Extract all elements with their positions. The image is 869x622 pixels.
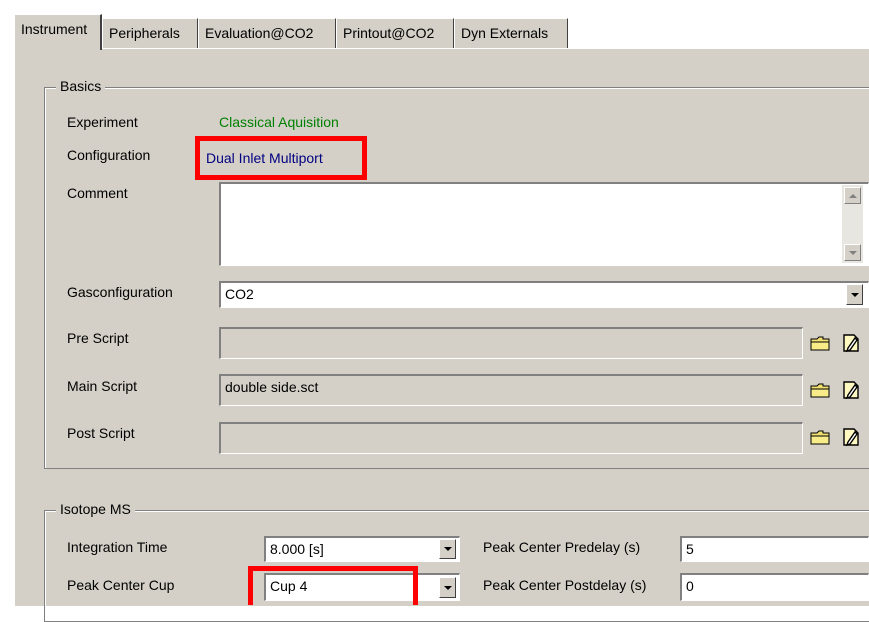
main-script-value: double side.sct bbox=[225, 379, 319, 395]
peak-center-postdelay-value: 0 bbox=[686, 578, 694, 594]
scroll-down-icon bbox=[848, 250, 857, 255]
configuration-label: Configuration bbox=[67, 147, 151, 163]
gasconfiguration-select[interactable]: CO2 bbox=[219, 281, 869, 308]
post-script-edit-icon[interactable] bbox=[842, 427, 860, 447]
scroll-up-icon bbox=[848, 193, 857, 198]
tab-peripherals[interactable]: Peripherals bbox=[102, 18, 198, 48]
isotope-ms-group bbox=[44, 510, 869, 622]
experiment-label: Experiment bbox=[67, 114, 138, 130]
integration-time-dropdown-button[interactable] bbox=[439, 539, 456, 559]
basics-group-title: Basics bbox=[56, 78, 106, 94]
peak-center-cup-dropdown-button[interactable] bbox=[439, 577, 456, 598]
gasconfiguration-label: Gasconfiguration bbox=[67, 284, 173, 300]
integration-time-label: Integration Time bbox=[67, 539, 168, 555]
basics-group bbox=[44, 87, 869, 469]
tab-printout-co2-label: Printout@CO2 bbox=[343, 25, 435, 41]
comment-scrollbar[interactable] bbox=[842, 185, 863, 263]
tab-instrument[interactable]: Instrument bbox=[14, 14, 102, 50]
peak-center-cup-label: Peak Center Cup bbox=[67, 577, 175, 593]
chevron-down-icon bbox=[850, 292, 859, 297]
main-script-label: Main Script bbox=[67, 378, 138, 394]
main-script-edit-icon[interactable] bbox=[842, 380, 860, 400]
pre-script-edit-icon[interactable] bbox=[842, 333, 860, 353]
post-script-folder-icon[interactable] bbox=[810, 430, 830, 445]
chevron-down-icon bbox=[443, 585, 452, 590]
main-script-field[interactable]: double side.sct bbox=[219, 374, 803, 406]
gasconfiguration-value: CO2 bbox=[225, 286, 254, 302]
peak-center-postdelay-label: Peak Center Postdelay (s) bbox=[483, 577, 647, 593]
tab-peripherals-label: Peripherals bbox=[109, 25, 180, 41]
experiment-value: Classical Aquisition bbox=[219, 114, 339, 130]
comment-textarea[interactable] bbox=[219, 182, 869, 266]
chevron-down-icon bbox=[443, 547, 452, 551]
peak-center-postdelay-input[interactable]: 0 bbox=[680, 573, 869, 601]
pre-script-label: Pre Script bbox=[67, 330, 129, 346]
configuration-highlight-box bbox=[195, 136, 367, 180]
isotope-ms-group-title: Isotope MS bbox=[56, 501, 135, 517]
tab-evaluation-co2-label: Evaluation@CO2 bbox=[205, 25, 314, 41]
integration-time-value: 8.000 [s] bbox=[270, 541, 324, 557]
integration-time-select[interactable]: 8.000 [s] bbox=[264, 536, 460, 562]
tab-instrument-label: Instrument bbox=[21, 21, 88, 37]
peak-center-predelay-label: Peak Center Predelay (s) bbox=[483, 539, 641, 555]
gasconfiguration-dropdown-button[interactable] bbox=[846, 284, 863, 305]
tab-evaluation-co2[interactable]: Evaluation@CO2 bbox=[198, 18, 336, 48]
peak-center-predelay-value: 5 bbox=[686, 541, 694, 557]
pre-script-field[interactable] bbox=[219, 327, 803, 359]
tab-dyn-externals[interactable]: Dyn Externals bbox=[454, 18, 568, 48]
peak-center-cup-highlight-box bbox=[248, 566, 418, 605]
comment-label: Comment bbox=[67, 185, 128, 201]
main-script-folder-icon[interactable] bbox=[810, 383, 830, 398]
tab-printout-co2[interactable]: Printout@CO2 bbox=[336, 18, 454, 48]
scroll-up-button[interactable] bbox=[844, 187, 861, 204]
post-script-field[interactable] bbox=[219, 422, 803, 454]
peak-center-predelay-input[interactable]: 5 bbox=[680, 536, 869, 562]
tab-dyn-externals-label: Dyn Externals bbox=[461, 25, 549, 41]
pre-script-folder-icon[interactable] bbox=[810, 336, 830, 351]
post-script-label: Post Script bbox=[67, 425, 135, 441]
scroll-down-button[interactable] bbox=[844, 244, 861, 261]
